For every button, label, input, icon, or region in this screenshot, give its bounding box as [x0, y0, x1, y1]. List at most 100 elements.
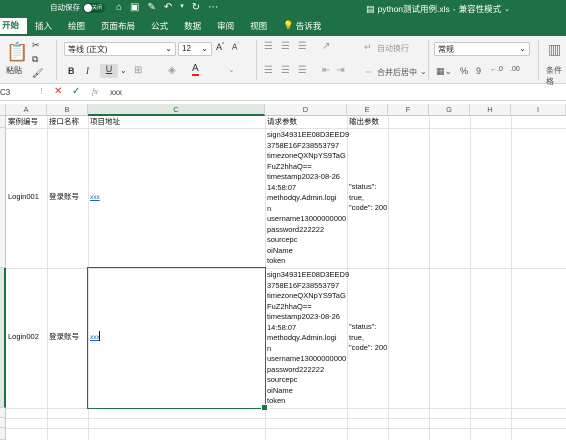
decrease-decimal-icon[interactable]: .00	[510, 66, 520, 73]
fill-color-icon[interactable]: ◈	[168, 65, 176, 76]
format-painter-icon[interactable]: 🖌	[32, 68, 43, 79]
window-title: ▤ python测试用例.xls - 兼容性模式 ⌄	[366, 3, 511, 15]
row-header-1[interactable]	[0, 116, 6, 128]
wrap-text-button[interactable]: 自动换行	[377, 43, 409, 54]
row-header-2[interactable]	[0, 128, 6, 268]
copy-icon[interactable]: ⧉	[32, 54, 38, 65]
font-color-icon[interactable]: A	[192, 64, 199, 76]
chevron-down-icon[interactable]: ⌄	[120, 66, 127, 75]
tab-review[interactable]: 审阅	[209, 18, 242, 36]
column-header-g[interactable]: G	[429, 104, 470, 116]
header-request-params[interactable]: 请求参数	[267, 117, 297, 128]
chevron-down-icon[interactable]: ⌄	[228, 65, 235, 74]
cell-case-id[interactable]: Login001	[8, 192, 39, 203]
name-box[interactable]: C3	[0, 88, 36, 97]
chevron-down-icon[interactable]: ⌄	[420, 67, 427, 76]
tab-formulas[interactable]: 公式	[143, 18, 176, 36]
row-header-6[interactable]	[0, 428, 6, 440]
lightbulb-icon: 💡	[283, 20, 294, 30]
header-output-params[interactable]: 输出参数	[349, 117, 379, 128]
borders-icon[interactable]: ⊞	[134, 65, 142, 76]
column-header-a[interactable]: A	[6, 104, 47, 116]
paste-button[interactable]: 粘贴	[6, 65, 22, 76]
merge-center-button[interactable]: 合并后居中	[377, 67, 417, 78]
increase-font-icon[interactable]: A^	[216, 42, 224, 52]
ribbon: 📋 粘贴 ✂ ⧉ 🖌 等线 (正文) ⌄ 12 ⌄ A^ Aˇ B I U ⌄ …	[0, 36, 566, 87]
autosave-control[interactable]: 自动保存 关闭	[50, 2, 105, 13]
more-icon: ⁝	[40, 86, 43, 96]
header-api-name[interactable]: 接口名称	[49, 117, 79, 128]
active-cell-selection[interactable]	[87, 267, 268, 411]
column-header-h[interactable]: H	[470, 104, 511, 116]
indent-icons[interactable]: ⇤⇥	[322, 65, 351, 76]
orientation-icon[interactable]: ↗	[322, 41, 330, 52]
more-icon[interactable]: ⋯	[208, 2, 218, 13]
row-header-3[interactable]	[0, 268, 6, 408]
wrap-text-icon[interactable]: ↵	[364, 42, 372, 53]
vertical-align-icons[interactable]: ☰☰☰	[264, 41, 315, 52]
formula-bar: C3 ⁝ ✕ ✓ fx xxx	[0, 85, 566, 101]
column-header-b[interactable]: B	[47, 104, 88, 116]
column-header-e[interactable]: E	[347, 104, 388, 116]
formula-input[interactable]: xxx	[110, 88, 122, 97]
edit-icon[interactable]: ✎	[148, 2, 156, 13]
percent-style-icon[interactable]: %	[460, 66, 468, 76]
paste-icon[interactable]: 📋	[6, 42, 28, 63]
font-size-select[interactable]: 12 ⌄	[178, 42, 212, 56]
tab-data[interactable]: 数据	[176, 18, 209, 36]
chevron-down-icon: ⌄	[165, 44, 172, 53]
column-header-d[interactable]: D	[265, 104, 347, 116]
worksheet-grid[interactable]: A B C D E F G H I 案例编号 接口名称 项目地址 请求参数 输出…	[0, 104, 566, 440]
text-cursor	[99, 331, 100, 341]
row-header-5[interactable]	[0, 418, 6, 428]
save-icon[interactable]: ▣	[130, 2, 139, 13]
italic-button[interactable]: I	[86, 66, 89, 76]
underline-button[interactable]: U	[100, 64, 118, 78]
function-icon[interactable]: fx	[92, 87, 98, 96]
cell-api-name[interactable]: 登录账号	[49, 192, 79, 203]
tab-view[interactable]: 视图	[242, 18, 275, 36]
cut-icon[interactable]: ✂	[32, 40, 40, 51]
header-project-url[interactable]: 项目地址	[90, 117, 120, 128]
cell-output-params[interactable]: "status": true, "code": 200	[349, 182, 387, 214]
comma-style-icon[interactable]: 9	[476, 66, 481, 76]
number-format-select[interactable]: 常规 ⌄	[434, 42, 530, 56]
accounting-format-icon[interactable]: ▦⌄	[436, 66, 452, 77]
autosave-label: 自动保存	[50, 3, 80, 12]
horizontal-align-icons[interactable]: ☰☰☰	[264, 65, 315, 76]
cell-request-params[interactable]: sign34931EE08D3EED9 3758E16F238553797 ti…	[267, 130, 349, 267]
autosave-toggle[interactable]: 关闭	[83, 2, 105, 13]
chevron-down-icon: ⌄	[519, 44, 526, 53]
tab-draw[interactable]: 绘图	[60, 18, 93, 36]
chevron-down-icon[interactable]: ⌄	[504, 5, 510, 13]
file-name: python测试用例.xls	[377, 4, 450, 14]
chevron-down-icon[interactable]: ▾	[180, 2, 184, 13]
font-name-select[interactable]: 等线 (正文) ⌄	[64, 42, 176, 56]
tab-home[interactable]: 开始	[0, 18, 28, 36]
merge-icon[interactable]: ⇔	[364, 66, 373, 76]
undo-icon[interactable]: ↶	[164, 2, 172, 13]
conditional-format-button[interactable]: 条件格	[546, 65, 566, 87]
cell-api-name[interactable]: 登录账号	[49, 332, 79, 343]
conditional-format-icon[interactable]: ▥	[548, 41, 561, 58]
cancel-edit-icon[interactable]: ✕	[54, 86, 62, 97]
decrease-font-icon[interactable]: Aˇ	[232, 42, 239, 52]
cell-case-id[interactable]: Login002	[8, 332, 39, 343]
column-header-i[interactable]: I	[511, 104, 566, 116]
bold-button[interactable]: B	[68, 66, 75, 76]
cell-project-url-link[interactable]: xxx	[90, 193, 100, 204]
header-case-id[interactable]: 案例编号	[8, 117, 38, 128]
row-header-4[interactable]	[0, 408, 6, 418]
cell-request-params[interactable]: sign34931EE08D3EED9 3758E16F238553797 ti…	[267, 270, 349, 407]
cell-output-params[interactable]: "status": true, "code": 200	[349, 322, 387, 354]
tab-insert[interactable]: 插入	[27, 18, 60, 36]
increase-decimal-icon[interactable]: ←.0	[490, 66, 503, 73]
document-icon: ▤	[366, 3, 375, 14]
tell-me-search[interactable]: 💡 告诉我	[275, 18, 329, 36]
redo-icon[interactable]: ↻	[192, 2, 200, 13]
column-header-f[interactable]: F	[388, 104, 429, 116]
tab-page-layout[interactable]: 页面布局	[93, 18, 143, 36]
column-header-c[interactable]: C	[88, 104, 265, 116]
confirm-edit-icon[interactable]: ✓	[72, 86, 80, 97]
home-icon[interactable]: ⌂	[116, 2, 122, 13]
